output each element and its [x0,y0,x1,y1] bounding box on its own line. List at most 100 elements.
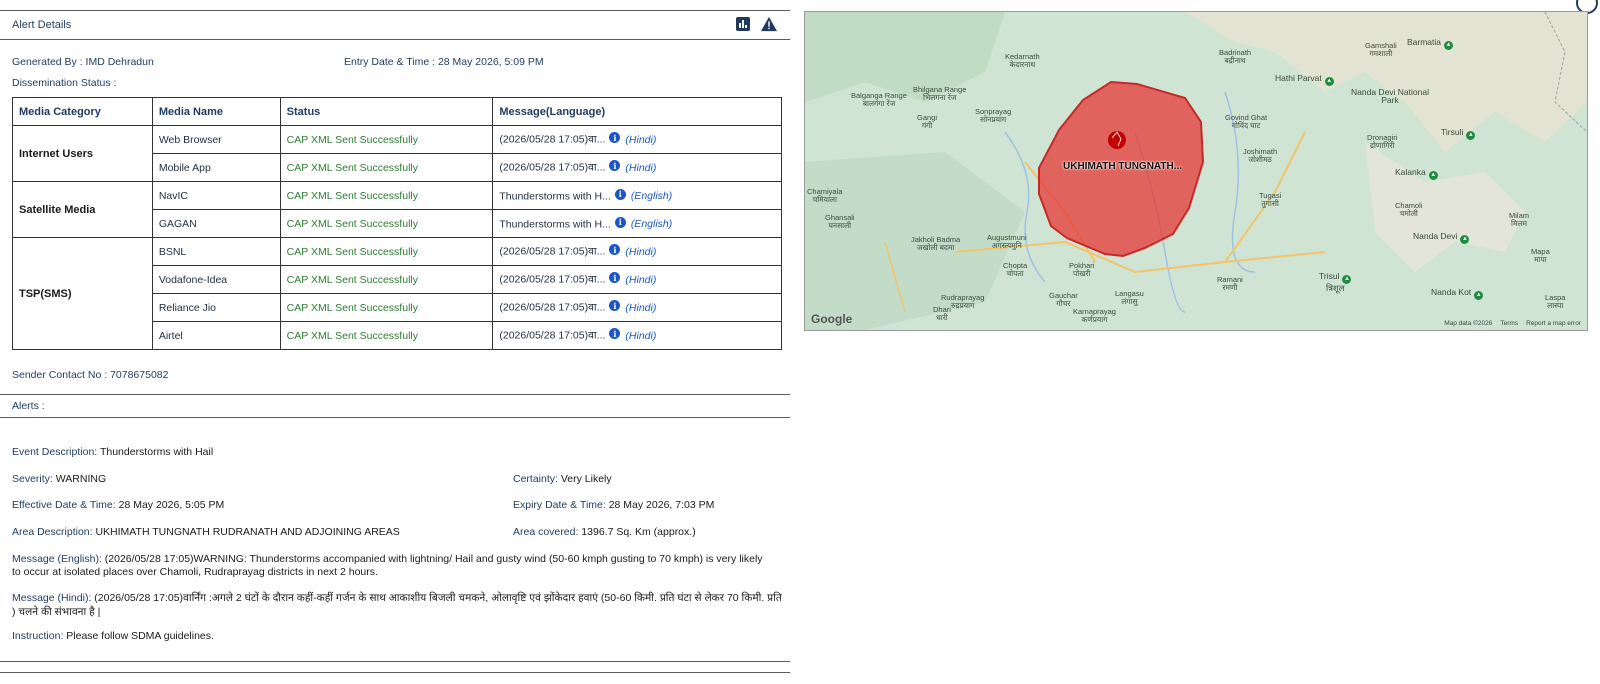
message-text: Thunderstorms with H... [499,218,611,231]
table-row: Satellite Media NavIC CAP XML Sent Succe… [12,181,782,238]
status-text: CAP XML Sent Successfully [279,265,494,294]
event-value: Thunderstorms with Hail [99,446,214,458]
terms-link[interactable]: Terms [1500,320,1518,327]
dissemination-status-label: Dissemination Status : [12,77,117,89]
info-icon[interactable]: i [614,216,626,228]
place-label: Gamshali गमशाली [1365,41,1397,58]
place-label: Mapa मापा [1531,247,1550,264]
entry-date-time: Entry Date & Time : 28 May 2026, 5:09 PM [344,56,544,68]
info-icon[interactable]: i [614,188,626,200]
place-label: Badrinath बद्रीनाथ [1219,48,1252,65]
place-label: Chopta चोपता [1003,261,1028,278]
column-header: Media Name [151,97,281,126]
instruction: Instruction: Please follow SDMA guidelin… [12,630,214,642]
sender-label: Sender Contact No : [12,369,108,381]
peak-icon: ▲ [1460,235,1470,244]
message-text: Thunderstorms with H... [499,190,611,203]
place-label: Dhari धारी [933,305,951,322]
place-label: Tugasi तुगासी [1259,191,1282,208]
message-english: Message (English): (2026/05/28 17:05)WAR… [12,553,774,579]
media-name: Vodafone-Idea [151,265,281,294]
message-cell: Thunderstorms with H... i (English) [492,209,782,238]
map-data-text: Map data ©2026 [1444,320,1493,327]
alerts-label: Alerts : [12,400,45,412]
place-label: Barmatia ▲ [1407,37,1454,50]
status-text: CAP XML Sent Successfully [279,125,494,154]
severity-value: WARNING [55,473,107,485]
message-hindi-value: (2026/05/28 17:05)वार्निंग :अगले 2 घंटों… [12,592,782,618]
info-icon[interactable]: i [609,244,621,256]
warning-triangle-icon[interactable] [761,16,777,32]
certainty: Certainty: Very Likely [513,473,612,485]
media-name: Mobile App [151,153,281,182]
event-description: Event Description: Thunderstorms with Ha… [12,446,213,458]
media-name: GAGAN [151,209,281,238]
place-label: Kalanka ▲ [1395,167,1438,180]
language-text: (Hindi) [625,301,657,314]
language-text: (Hindi) [625,273,657,286]
language-text: (Hindi) [625,161,657,174]
sender-contact: Sender Contact No : 7078675082 [12,369,168,381]
table-row: TSP(SMS) BSNL CAP XML Sent Successfully … [12,237,782,350]
area-label: Area Description: [12,526,93,538]
column-header: Status [279,97,494,126]
place-label: Nanda Kot ▲ [1431,287,1484,300]
place-label: Gangi गंगी [917,113,938,130]
report-error-link[interactable]: Report a map error [1526,320,1581,327]
covered-label: Area covered: [513,526,579,538]
peak-icon: ▲ [1466,131,1476,140]
effective-date-time: Effective Date & Time: 28 May 2026, 5:05… [12,499,224,511]
map-terrain [805,12,1587,330]
polygon-label: UKHIMATH TUNGNATH... [1063,161,1183,172]
expiry-value: 28 May 2026, 7:03 PM [608,499,715,511]
certainty-value: Very Likely [560,473,612,485]
entry-value: 28 May 2026, 5:09 PM [437,56,544,68]
message-text: (2026/05/28 17:05)वा... [499,245,606,258]
message-cell: (2026/05/28 17:05)वा... i (Hindi) [492,321,782,350]
map-view[interactable]: UKHIMATH TUNGNATH... Kedarnath केदारनाथ B… [804,11,1588,331]
info-icon[interactable]: i [609,132,621,144]
message-cell: (2026/05/28 17:05)वा... i (Hindi) [492,125,782,154]
place-label: Pokhari पोखरी [1069,261,1095,278]
divider [0,661,790,662]
place-label: Balganga Range बालगंगा रेंज [851,91,907,108]
status-text: CAP XML Sent Successfully [279,153,494,182]
place-label: Chamiyala चमियाला [807,187,843,204]
info-icon[interactable]: i [609,328,621,340]
peak-icon: ▲ [1444,41,1454,50]
place-label: Tirsuli ▲ [1441,127,1476,140]
place-label: Dronagiri द्रोणागिरी [1367,133,1398,150]
status-text: CAP XML Sent Successfully [279,209,494,238]
peak-icon: ▲ [1324,77,1334,86]
place-label: Ramani रमणी [1217,275,1243,292]
media-category: Satellite Media [12,181,153,238]
severity-label: Severity: [12,473,53,485]
media-category: TSP(SMS) [12,237,153,350]
column-header: Media Category [12,97,153,126]
expiry-date-time: Expiry Date & Time: 28 May 2026, 7:03 PM [513,499,714,511]
message-text: (2026/05/28 17:05)वा... [499,329,606,342]
status-text: CAP XML Sent Successfully [279,237,494,266]
status-text: CAP XML Sent Successfully [279,293,494,322]
info-icon[interactable]: i [609,272,621,284]
table-row: Internet Users Web Browser CAP XML Sent … [12,125,782,182]
bar-chart-icon[interactable] [735,16,751,32]
place-label: Chamoli चमोली [1395,201,1423,218]
area-covered: Area covered: 1396.7 Sq. Km (approx.) [513,526,696,538]
media-name: Reliance Jio [151,293,281,322]
generated-by: Generated By : IMD Dehradun [12,56,154,68]
place-label: Hathi Parvat ▲ [1275,73,1334,86]
status-text: CAP XML Sent Successfully [279,321,494,350]
effective-label: Effective Date & Time: [12,499,116,511]
info-icon[interactable]: i [609,300,621,312]
divider [0,10,790,11]
place-label: Laspa लास्पा [1545,293,1566,310]
info-icon[interactable]: i [609,160,621,172]
alert-details-panel: Alert Details Generated By : IMD Dehradu… [0,0,790,684]
expiry-label: Expiry Date & Time: [513,499,606,511]
place-label: Nanda Devi ▲ [1413,231,1470,244]
place-label: Gauchar गौचर [1049,291,1078,308]
message-text: (2026/05/28 17:05)वा... [499,301,606,314]
place-label: Nanda Devi National Park [1351,87,1429,105]
media-name: NavIC [151,181,281,210]
